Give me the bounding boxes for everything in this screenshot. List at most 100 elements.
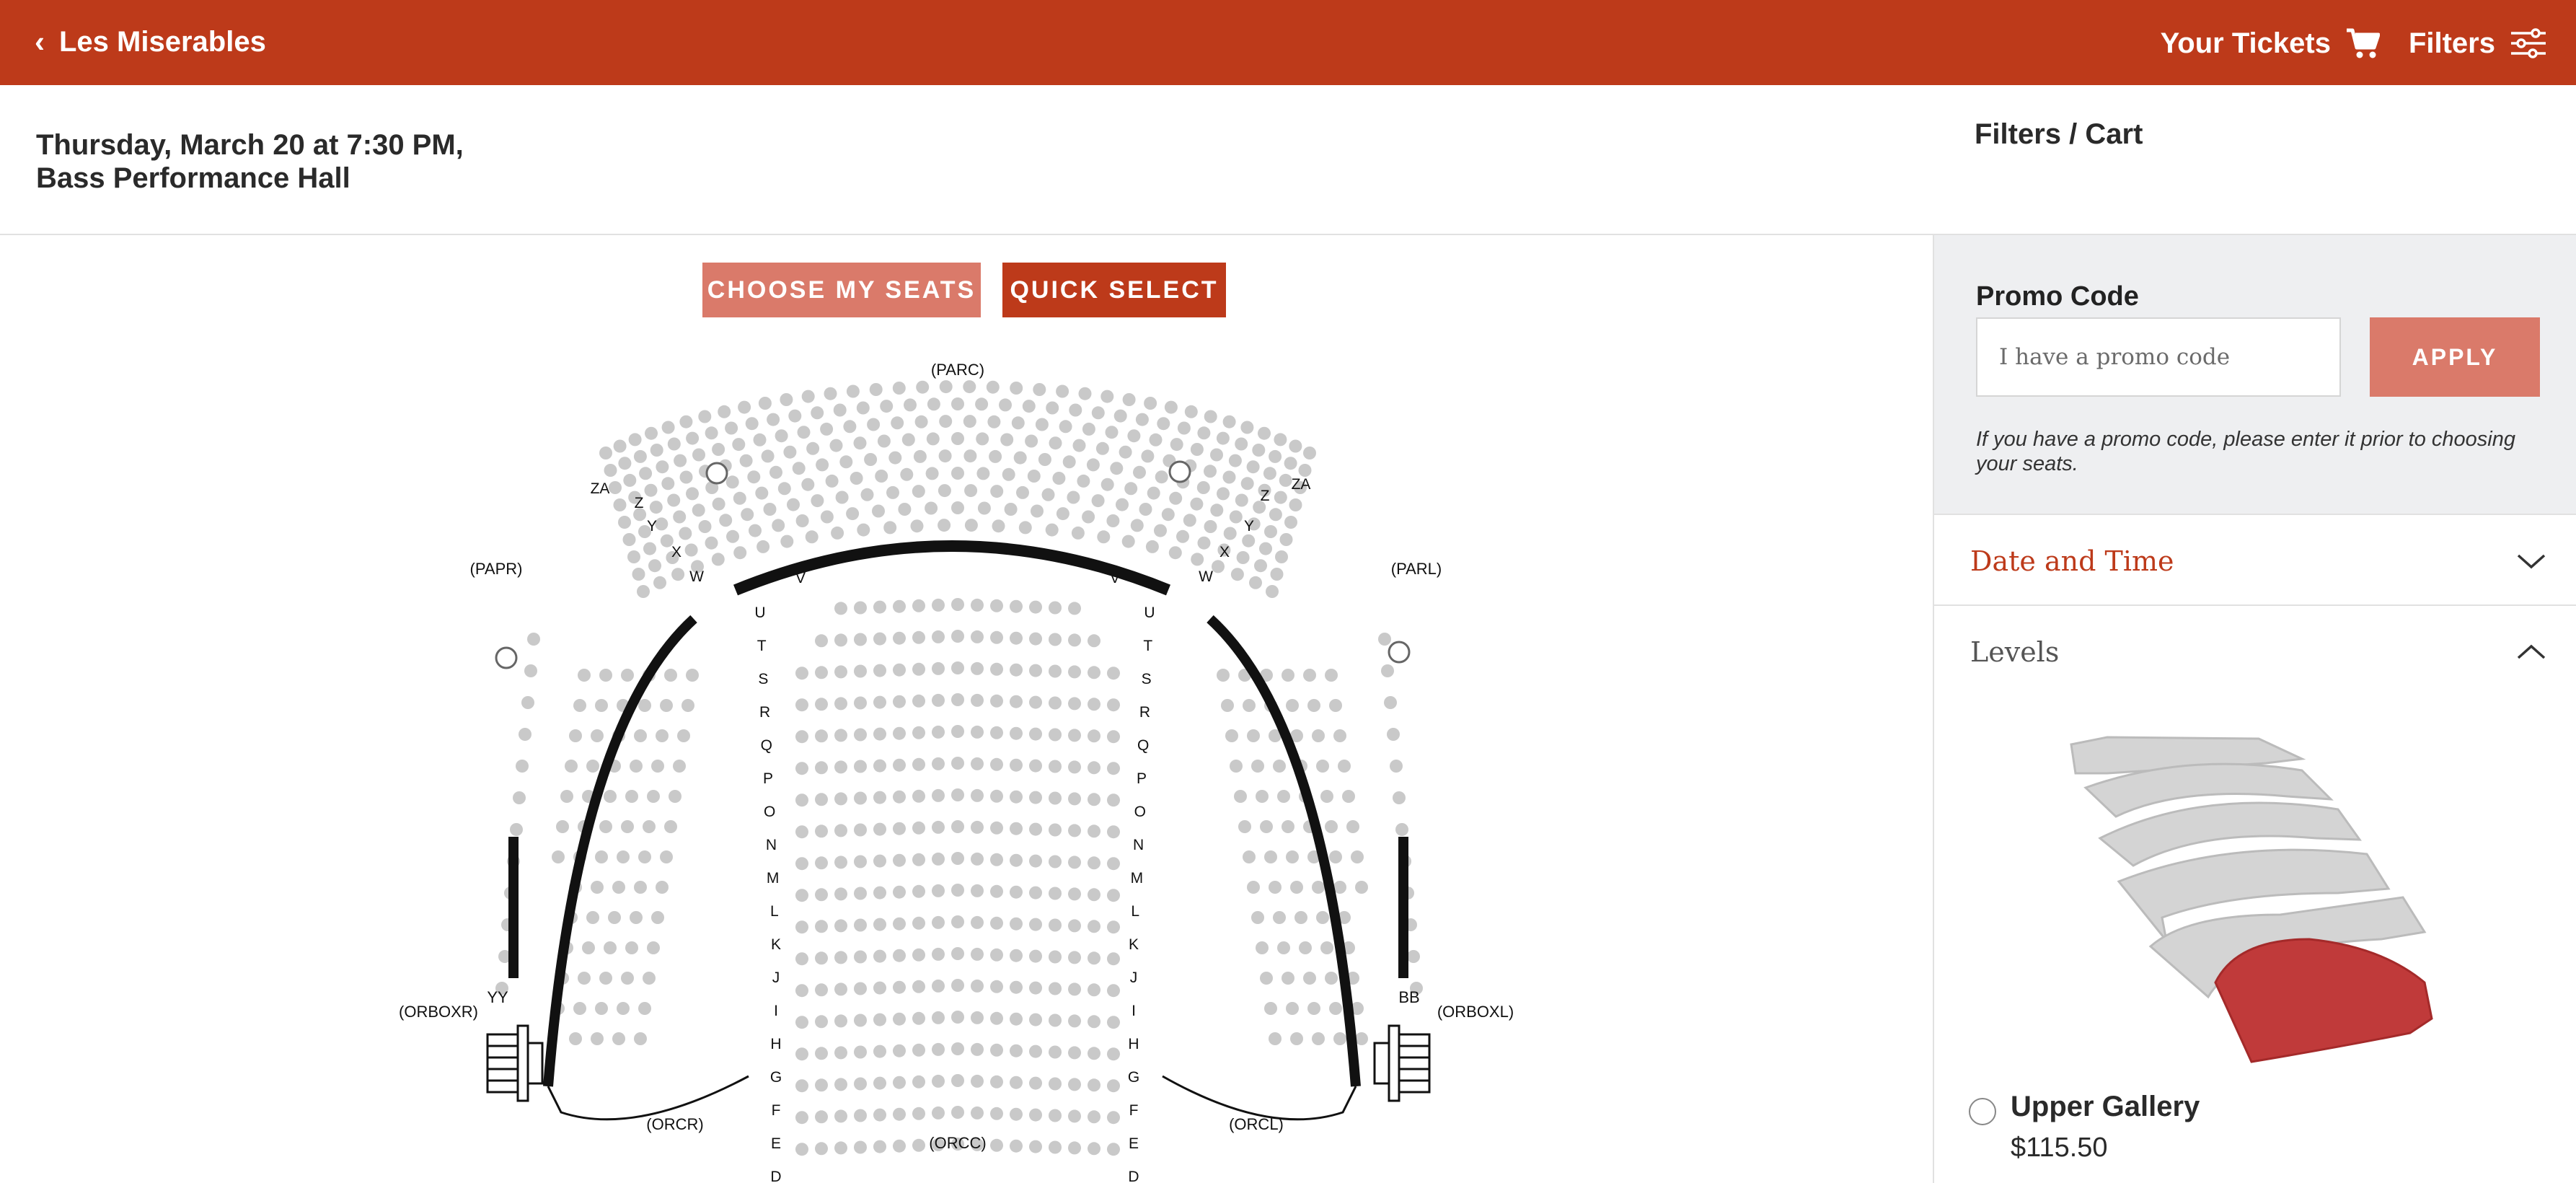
seat[interactable]: [1216, 431, 1230, 445]
seat[interactable]: [623, 473, 637, 487]
seat[interactable]: [795, 857, 808, 871]
seat[interactable]: [912, 821, 925, 835]
seat[interactable]: [1210, 503, 1224, 517]
seat[interactable]: [578, 669, 591, 682]
seat[interactable]: [833, 403, 847, 417]
seat[interactable]: [971, 915, 984, 929]
seat[interactable]: [758, 397, 772, 410]
seat[interactable]: [552, 850, 565, 863]
seat[interactable]: [705, 426, 718, 440]
seat[interactable]: [927, 397, 940, 411]
seat[interactable]: [873, 791, 886, 804]
seat[interactable]: [857, 523, 870, 537]
seat[interactable]: [892, 382, 906, 395]
seat[interactable]: [898, 503, 912, 516]
seat[interactable]: [792, 462, 806, 475]
seat[interactable]: [1029, 822, 1042, 836]
seat[interactable]: [524, 664, 537, 677]
seat[interactable]: [569, 1032, 582, 1045]
seat[interactable]: [932, 884, 945, 897]
seat[interactable]: [795, 984, 808, 998]
seat[interactable]: [1105, 426, 1119, 439]
seat[interactable]: [1010, 949, 1023, 962]
seat[interactable]: [864, 453, 878, 466]
seat[interactable]: [971, 1042, 984, 1056]
seat[interactable]: [990, 1075, 1003, 1089]
seat[interactable]: [893, 631, 906, 645]
seat[interactable]: [856, 401, 870, 415]
seat[interactable]: [815, 888, 828, 902]
seat[interactable]: [1068, 792, 1081, 806]
seat[interactable]: [951, 1042, 964, 1055]
seat[interactable]: [1041, 488, 1055, 501]
seat[interactable]: [667, 437, 681, 451]
seat[interactable]: [951, 788, 964, 801]
seat[interactable]: [1107, 698, 1120, 712]
seat[interactable]: [1097, 530, 1111, 544]
seat[interactable]: [656, 881, 669, 894]
seat[interactable]: [1387, 728, 1400, 741]
seat[interactable]: [1333, 729, 1346, 742]
seat[interactable]: [820, 510, 834, 524]
seat[interactable]: [1312, 729, 1325, 742]
seat[interactable]: [932, 757, 945, 770]
seat[interactable]: [990, 980, 1003, 993]
back-button[interactable]: ‹ Les Miserables: [35, 22, 266, 62]
seat[interactable]: [912, 1107, 925, 1120]
seat[interactable]: [621, 972, 634, 985]
seat[interactable]: [893, 917, 906, 931]
seat[interactable]: [669, 790, 682, 803]
filters-button[interactable]: Filters: [2409, 27, 2547, 60]
seat[interactable]: [990, 1043, 1003, 1057]
seat[interactable]: [667, 493, 681, 507]
seat[interactable]: [795, 1143, 808, 1156]
seat[interactable]: [1176, 529, 1189, 543]
seat[interactable]: [893, 695, 906, 708]
seat[interactable]: [1033, 383, 1046, 396]
seat[interactable]: [634, 729, 647, 742]
seat[interactable]: [1068, 856, 1081, 869]
seat[interactable]: [1298, 464, 1312, 477]
seat[interactable]: [1251, 911, 1264, 924]
seat[interactable]: [595, 699, 608, 712]
seat[interactable]: [893, 599, 906, 613]
seat[interactable]: [650, 444, 663, 457]
seat[interactable]: [677, 729, 690, 742]
seat[interactable]: [932, 1074, 945, 1088]
seat[interactable]: [854, 855, 867, 868]
seat[interactable]: [904, 398, 917, 412]
seat[interactable]: [1013, 451, 1027, 465]
seat[interactable]: [990, 884, 1003, 898]
seat[interactable]: [815, 920, 828, 933]
seat[interactable]: [825, 474, 839, 488]
seat[interactable]: [510, 823, 523, 836]
seat[interactable]: [816, 458, 829, 472]
seat[interactable]: [627, 550, 640, 563]
seat[interactable]: [834, 602, 847, 615]
seat[interactable]: [912, 630, 925, 644]
seat[interactable]: [932, 852, 945, 866]
seat[interactable]: [1010, 726, 1023, 740]
seat[interactable]: [745, 417, 759, 431]
seat[interactable]: [1217, 669, 1230, 682]
seat[interactable]: [964, 484, 978, 498]
seat[interactable]: [749, 524, 762, 537]
seat[interactable]: [1088, 793, 1100, 806]
seat[interactable]: [795, 920, 808, 934]
seat[interactable]: [963, 380, 976, 394]
seat[interactable]: [912, 916, 925, 930]
seat[interactable]: [834, 1141, 847, 1155]
seat[interactable]: [1130, 519, 1144, 532]
seat[interactable]: [1197, 536, 1211, 550]
seat[interactable]: [1190, 443, 1204, 456]
seat[interactable]: [824, 387, 837, 400]
seat[interactable]: [990, 948, 1003, 962]
seat[interactable]: [1316, 911, 1329, 924]
seat[interactable]: [1325, 972, 1338, 985]
seat[interactable]: [1107, 984, 1120, 998]
seat[interactable]: [1069, 403, 1082, 417]
seat[interactable]: [912, 789, 925, 803]
seat[interactable]: [926, 432, 940, 446]
seat[interactable]: [763, 503, 777, 516]
seat[interactable]: [916, 380, 930, 394]
